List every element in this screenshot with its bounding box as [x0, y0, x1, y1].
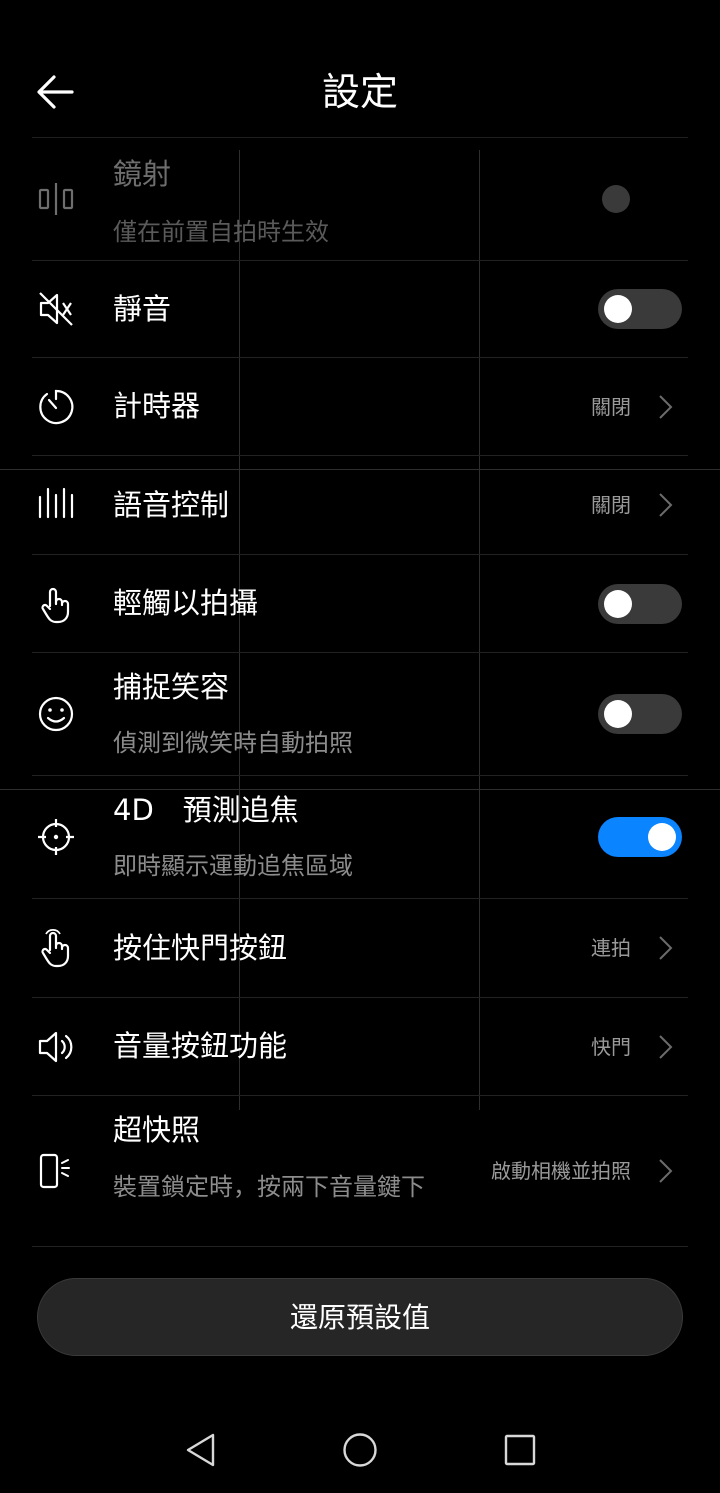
system-nav-bar	[0, 1410, 720, 1493]
speaker-icon	[36, 1027, 76, 1067]
focus-toggle[interactable]	[598, 817, 682, 857]
setting-label-mute: 靜音	[113, 292, 172, 326]
setting-label-voice: 語音控制	[113, 488, 230, 522]
setting-row-mirror: 鏡射 僅在前置自拍時生效	[32, 138, 688, 261]
page-title: 設定	[321, 70, 398, 114]
chevron-right-icon	[656, 1033, 674, 1061]
setting-label-smile: 捕捉笑容	[113, 670, 230, 704]
mirror-disabled-toggle	[602, 185, 630, 213]
setting-row-hold[interactable]: 按住快門按鈕 連拍	[32, 899, 688, 998]
chevron-right-icon	[656, 393, 674, 421]
circle-home-icon[interactable]	[340, 1430, 380, 1470]
setting-sub-focus: 即時顯示運動追焦區域	[113, 852, 353, 880]
chevron-right-icon	[656, 1157, 674, 1185]
setting-label-focus: 4D 預測追焦	[113, 793, 299, 827]
mute-toggle[interactable]	[598, 289, 682, 329]
square-recents-icon[interactable]	[500, 1430, 540, 1470]
touch-toggle[interactable]	[598, 583, 682, 624]
speaker-mute-icon	[36, 289, 76, 329]
mirror-icon	[36, 179, 76, 219]
setting-row-volume[interactable]: 音量按鈕功能 快門	[32, 998, 688, 1096]
setting-row-timer[interactable]: 計時器 關閉	[32, 358, 688, 456]
setting-row-focus[interactable]: 4D 預測追焦 即時顯示運動追焦區域	[32, 776, 688, 899]
setting-sub-smile: 偵測到微笑時自動拍照	[113, 729, 353, 757]
setting-row-ultra[interactable]: 超快照 裝置鎖定時，按兩下音量鍵下 啟動相機並拍照	[32, 1096, 688, 1247]
setting-value-hold: 連拍	[591, 936, 631, 960]
setting-label-volume: 音量按鈕功能	[113, 1029, 288, 1063]
setting-row-touch[interactable]: 輕觸以拍攝	[32, 555, 688, 653]
triangle-back-icon[interactable]	[180, 1430, 220, 1470]
timer-icon	[36, 387, 76, 427]
crosshair-icon	[36, 817, 76, 857]
smile-icon	[36, 694, 76, 734]
setting-sub-ultra: 裝置鎖定時，按兩下音量鍵下	[113, 1173, 425, 1201]
smile-toggle[interactable]	[598, 694, 682, 734]
tap-hand-icon	[36, 584, 76, 624]
setting-row-mute[interactable]: 靜音	[32, 261, 688, 358]
setting-value-timer: 關閉	[591, 394, 631, 419]
setting-value-volume: 快門	[591, 1034, 631, 1059]
setting-value-voice: 關閉	[591, 493, 631, 517]
reset-defaults-button[interactable]: 還原預設值	[37, 1278, 683, 1356]
setting-row-voice[interactable]: 語音控制 關閉	[32, 456, 688, 555]
top-bar: 設定	[0, 0, 720, 137]
setting-label-mirror: 鏡射	[113, 157, 172, 191]
chevron-right-icon	[656, 934, 674, 962]
chevron-right-icon	[656, 491, 674, 519]
hold-hand-icon	[36, 928, 76, 968]
setting-label-touch: 輕觸以拍攝	[113, 586, 259, 620]
setting-value-ultra: 啟動相機並拍照	[491, 1159, 631, 1183]
phone-snap-icon	[36, 1151, 76, 1191]
setting-label-hold: 按住快門按鈕	[113, 931, 288, 965]
setting-sub-mirror: 僅在前置自拍時生效	[113, 218, 329, 246]
settings-list: 鏡射 僅在前置自拍時生效 靜音 計時器 關閉 語音控制 關閉 輕觸以拍攝 捕捉笑…	[32, 137, 688, 1247]
setting-row-smile[interactable]: 捕捉笑容 偵測到微笑時自動拍照	[32, 653, 688, 776]
voice-bars-icon	[36, 485, 76, 525]
setting-label-timer: 計時器	[113, 389, 201, 423]
setting-label-ultra: 超快照	[113, 1113, 201, 1147]
